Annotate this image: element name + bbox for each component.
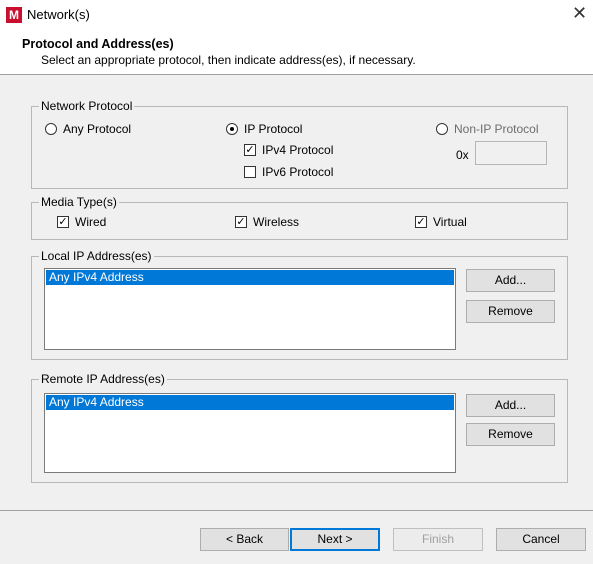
virtual-checkbox-box[interactable]: ✓ (415, 216, 427, 228)
local-ip-remove-button[interactable]: Remove (466, 300, 555, 323)
ipv4-protocol-checkbox[interactable]: ✓ IPv4 Protocol (244, 143, 333, 157)
title-bar: M Network(s) ✕ (0, 0, 593, 30)
page-title: Protocol and Address(es) (22, 37, 174, 51)
ipv4-checkbox-box[interactable]: ✓ (244, 144, 256, 156)
non-ip-protocol-label: Non-IP Protocol (454, 122, 539, 136)
wireless-checkbox[interactable]: ✓ Wireless (235, 215, 299, 229)
app-logo-icon: M (6, 7, 22, 23)
remote-ip-legend: Remote IP Address(es) (39, 372, 167, 386)
media-types-group: Media Type(s) ✓ Wired ✓ Wireless ✓ Virtu… (31, 195, 568, 240)
list-item[interactable]: Any IPv4 Address (46, 270, 454, 285)
wired-checkbox[interactable]: ✓ Wired (57, 215, 106, 229)
wizard-content: Network Protocol Any Protocol IP Protoco… (0, 74, 593, 511)
wired-checkbox-box[interactable]: ✓ (57, 216, 69, 228)
remote-ip-add-button[interactable]: Add... (466, 394, 555, 417)
next-button[interactable]: Next > (290, 528, 380, 551)
network-protocol-group: Network Protocol Any Protocol IP Protoco… (31, 99, 568, 189)
remote-ip-listbox[interactable]: Any IPv4 Address (44, 393, 456, 473)
cancel-button[interactable]: Cancel (496, 528, 586, 551)
ip-protocol-label: IP Protocol (244, 122, 303, 136)
any-protocol-label: Any Protocol (63, 122, 132, 136)
hex-prefix-label: 0x (456, 148, 469, 162)
ip-protocol-radio-circle[interactable] (226, 123, 238, 135)
ipv6-protocol-label: IPv6 Protocol (262, 165, 334, 179)
wired-label: Wired (75, 215, 107, 229)
wizard-footer: < Back Next > Finish Cancel (0, 510, 593, 564)
wireless-label: Wireless (253, 215, 300, 229)
any-protocol-radio-circle[interactable] (45, 123, 57, 135)
finish-button[interactable]: Finish (393, 528, 483, 551)
ipv6-protocol-checkbox[interactable]: IPv6 Protocol (244, 165, 333, 179)
local-ip-group: Local IP Address(es) Any IPv4 Address Ad… (31, 249, 568, 360)
local-ip-listbox[interactable]: Any IPv4 Address (44, 268, 456, 350)
wireless-checkbox-box[interactable]: ✓ (235, 216, 247, 228)
ipv6-checkbox-box[interactable] (244, 166, 256, 178)
ipv4-protocol-label: IPv4 Protocol (262, 143, 334, 157)
window-title: Network(s) (27, 7, 90, 22)
remote-ip-group: Remote IP Address(es) Any IPv4 Address A… (31, 372, 568, 483)
local-ip-legend: Local IP Address(es) (39, 249, 154, 263)
non-ip-protocol-radio[interactable]: Non-IP Protocol (436, 122, 539, 136)
page-subtitle: Select an appropriate protocol, then ind… (41, 53, 416, 67)
wizard-header: Protocol and Address(es) Select an appro… (0, 30, 593, 74)
back-button[interactable]: < Back (200, 528, 289, 551)
remote-ip-remove-button[interactable]: Remove (466, 423, 555, 446)
network-protocol-legend: Network Protocol (39, 99, 135, 113)
ip-protocol-radio[interactable]: IP Protocol (226, 122, 302, 136)
virtual-label: Virtual (433, 215, 467, 229)
virtual-checkbox[interactable]: ✓ Virtual (415, 215, 467, 229)
any-protocol-radio[interactable]: Any Protocol (45, 122, 131, 136)
protocol-number-input[interactable] (475, 141, 547, 165)
media-types-legend: Media Type(s) (39, 195, 119, 209)
close-icon[interactable]: ✕ (572, 3, 587, 24)
non-ip-protocol-radio-circle[interactable] (436, 123, 448, 135)
local-ip-add-button[interactable]: Add... (466, 269, 555, 292)
list-item[interactable]: Any IPv4 Address (46, 395, 454, 410)
